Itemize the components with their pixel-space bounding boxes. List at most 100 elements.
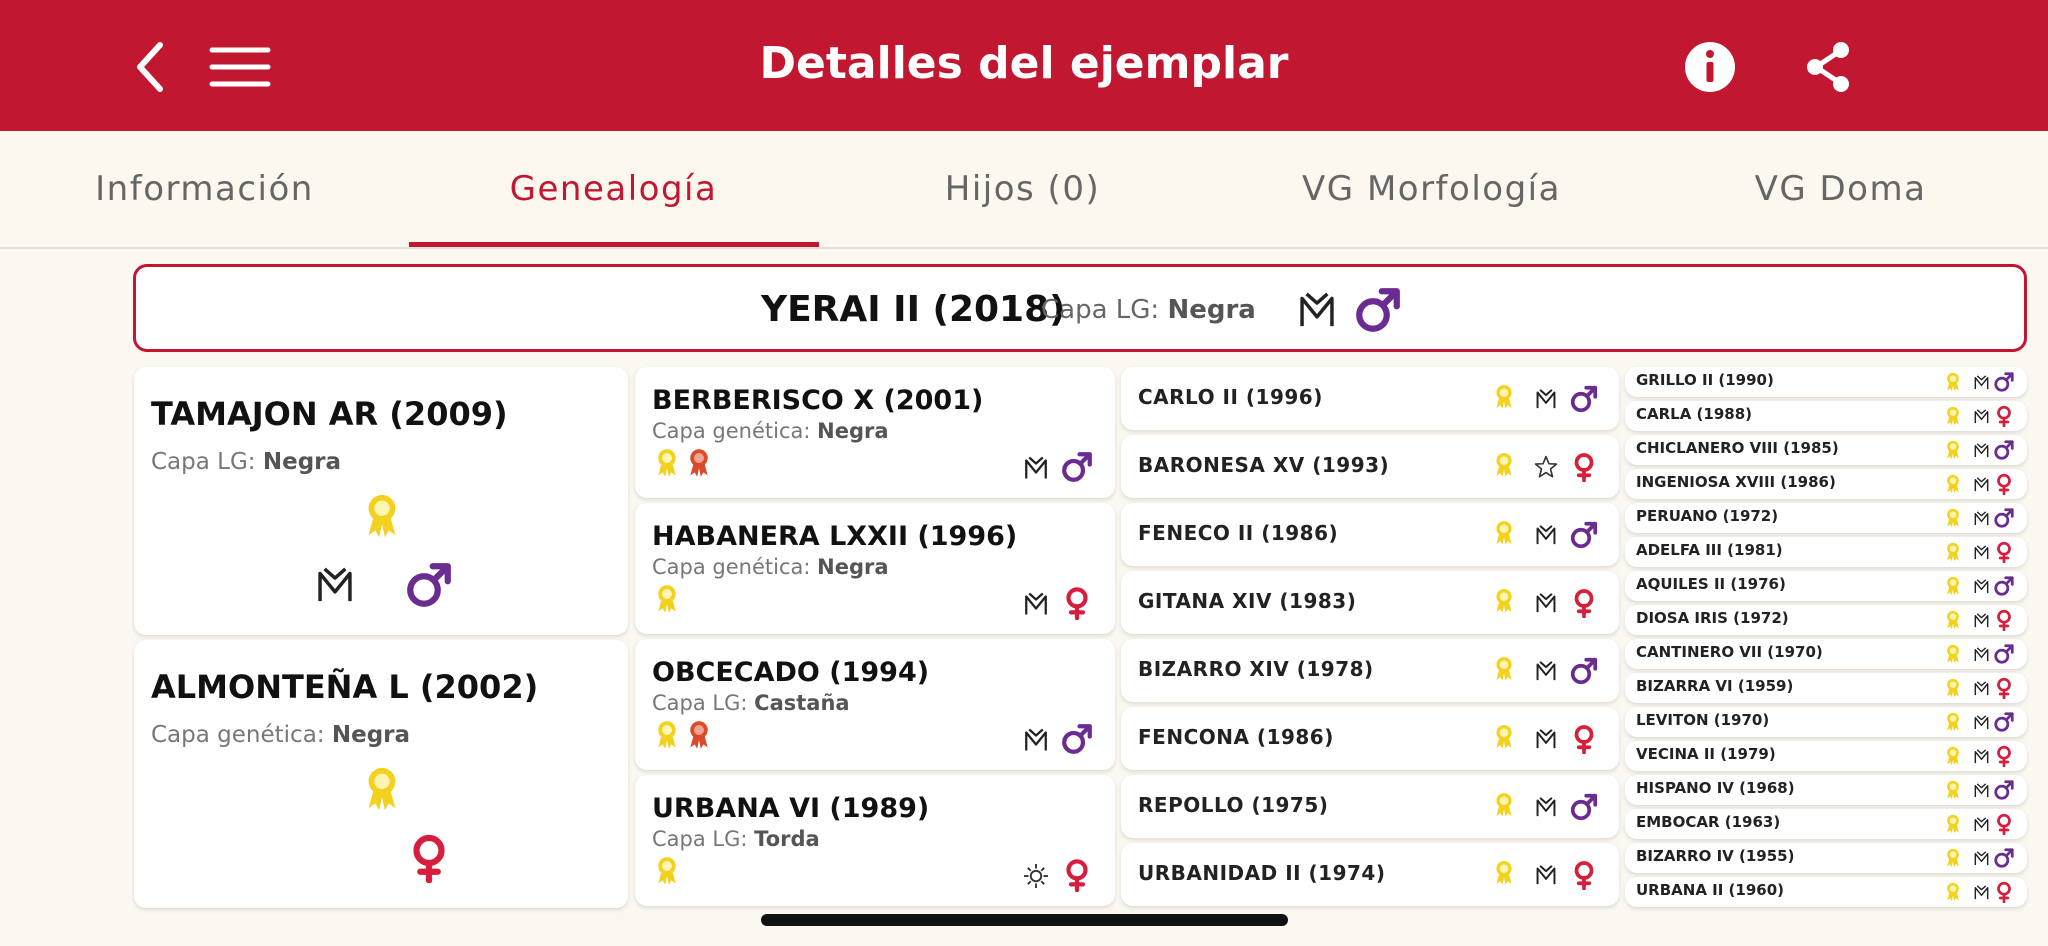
horse-name: BIZARRO XIV (1978) [1138,657,1374,681]
male-icon [1993,439,2015,461]
great-great-grandparent-card[interactable]: LEVITON (1970) [1625,707,2027,737]
great-grandparent-card[interactable]: BIZARRO XIV (1978) [1121,639,1619,702]
great-great-grandparent-card[interactable]: VECINA II (1979) [1625,741,2027,771]
top-app-bar: Detalles del ejemplar [0,0,2048,131]
medal-icon [1491,452,1517,478]
male-icon [1353,285,1403,335]
great-grandparent-card[interactable]: GITANA XIV (1983) [1121,571,1619,634]
female-icon [1993,609,2015,631]
brand-mark-icon [1972,577,1991,596]
parent-card[interactable]: TAMAJON AR (2009) Capa LG: Negra [134,367,628,635]
female-icon [1993,813,2015,835]
great-great-grandparent-card[interactable]: AQUILES II (1976) [1625,571,2027,601]
brand-mark-icon [1972,441,1991,460]
horse-name: CARLA (1988) [1636,405,1753,423]
medal-icon [1943,440,1963,460]
share-button[interactable] [1793,32,1863,102]
male-icon [404,560,454,610]
grandparent-card[interactable]: OBCECADO (1994) Capa LG: Castaña [635,639,1115,770]
brand-mark-icon [1972,645,1991,664]
great-grandparent-card[interactable]: REPOLLO (1975) [1121,775,1619,838]
medal-icon [1491,792,1517,818]
info-button[interactable] [1675,32,1745,102]
horse-name: ADELFA III (1981) [1636,541,1783,559]
brand-mark-icon [1972,679,1991,698]
male-icon [1569,656,1599,686]
great-great-grandparent-card[interactable]: GRILLO II (1990) [1625,367,2027,397]
tab-vg-doma[interactable]: VG Doma [1636,131,2045,247]
great-great-grandparent-card[interactable]: PERUANO (1972) [1625,503,2027,533]
coat-color: Capa LG: Castaña [652,691,850,715]
male-icon [1569,792,1599,822]
tab-genealogia[interactable]: Genealogía [409,131,818,247]
medal-icon [1491,860,1517,886]
brand-mark-icon [1972,747,1991,766]
brand-mark-icon [1972,781,1991,800]
horse-name: INGENIOSA XVIII (1986) [1636,473,1836,491]
great-great-grandparent-card[interactable]: DIOSA IRIS (1972) [1625,605,2027,635]
coat-color: Capa LG: Negra [151,449,342,475]
brand-mark-icon [1533,590,1559,616]
medal-icon [1943,678,1963,698]
horse-name: REPOLLO (1975) [1138,793,1329,817]
brand-mark-icon [1972,713,1991,732]
brand-mark-icon [1533,794,1559,820]
horse-name: PERUANO (1972) [1636,507,1779,525]
brand-mark-icon [1972,543,1991,562]
brand-mark-icon [1533,386,1559,412]
brand-mark-icon [1021,453,1051,483]
great-great-grandparent-card[interactable]: EMBOCAR (1963) [1625,809,2027,839]
great-great-grandparent-card[interactable]: BIZARRO IV (1955) [1625,843,2027,873]
medal-icon [1943,644,1963,664]
female-icon [1569,588,1599,618]
grandparent-card[interactable]: BERBERISCO X (2001) Capa genética: Negra [635,367,1115,498]
horse-name: TAMAJON AR (2009) [151,395,508,433]
great-great-grandparent-card[interactable]: BIZARRA VI (1959) [1625,673,2027,703]
great-grandparent-card[interactable]: URBANIDAD II (1974) [1121,843,1619,906]
male-icon [1569,384,1599,414]
great-great-grandparent-card[interactable]: CANTINERO VII (1970) [1625,639,2027,669]
horse-name: URBANA VI (1989) [652,793,930,824]
subject-card: YERAI II (2018) Capa LG: Negra [133,264,2027,352]
great-great-grandparent-card[interactable]: CHICLANERO VIII (1985) [1625,435,2027,465]
medal-icon [1491,520,1517,546]
great-grandparent-card[interactable]: FENECO II (1986) [1121,503,1619,566]
medal-icon [1943,780,1963,800]
great-grandparent-card[interactable]: BARONESA XV (1993) [1121,435,1619,498]
great-great-grandparent-card[interactable]: INGENIOSA XVIII (1986) [1625,469,2027,499]
medal-icon [1943,474,1963,494]
female-icon [1060,586,1094,620]
red-medal-icon [684,720,714,750]
grandparent-card[interactable]: HABANERA LXXII (1996) Capa genética: Negr… [635,503,1115,634]
great-great-grandparent-card[interactable]: ADELFA III (1981) [1625,537,2027,567]
great-great-grandparent-card[interactable]: URBANA II (1960) [1625,877,2027,907]
horse-name: HABANERA LXXII (1996) [652,521,1018,552]
medal-icon [652,584,682,614]
great-grandparent-card[interactable]: CARLO II (1996) [1121,367,1619,430]
medal-icon [652,720,682,750]
grandparent-card[interactable]: URBANA VI (1989) Capa LG: Torda [635,775,1115,906]
medal-icon [1943,848,1963,868]
horse-name: URBANIDAD II (1974) [1138,861,1386,885]
horse-name: URBANA II (1960) [1636,881,1785,899]
female-icon [1993,473,2015,495]
tab-hijos[interactable]: Hijos (0) [818,131,1227,247]
tab-informacion[interactable]: Información [0,131,409,247]
medal-icon [1491,588,1517,614]
subject-capa: Capa LG: Negra [1041,295,1256,325]
sun-brand-icon [1021,861,1051,891]
great-grandparent-card[interactable]: FENCONA (1986) [1121,707,1619,770]
female-icon [1993,677,2015,699]
female-icon [1993,745,2015,767]
great-great-grandparent-card[interactable]: HISPANO IV (1968) [1625,775,2027,805]
horse-name: VECINA II (1979) [1636,745,1776,763]
parent-card[interactable]: ALMONTEÑA L (2002) Capa genética: Negra [134,640,628,908]
horse-name: LEVITON (1970) [1636,711,1770,729]
tab-vg-morfologia[interactable]: VG Morfología [1227,131,1636,247]
tab-bar: Información Genealogía Hijos (0) VG Morf… [0,131,2048,249]
great-great-grandparent-card[interactable]: CARLA (1988) [1625,401,2027,431]
male-icon [1993,711,2015,733]
horse-name: AQUILES II (1976) [1636,575,1786,593]
brand-mark-icon [1294,287,1340,333]
medal-icon [1943,746,1963,766]
